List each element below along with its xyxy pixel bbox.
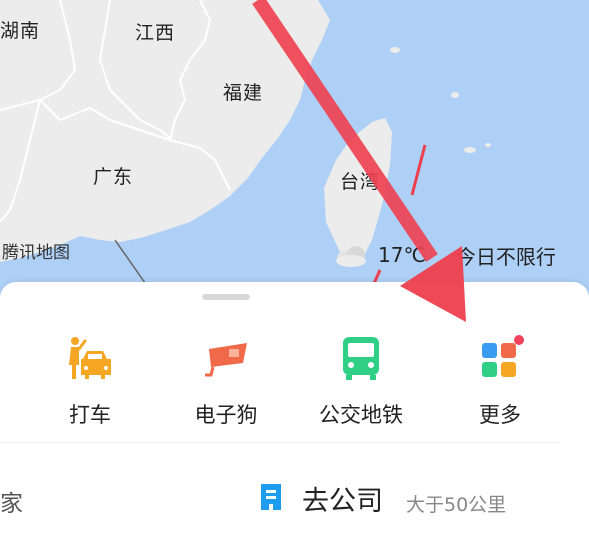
annotation-arrow [252,0,466,322]
